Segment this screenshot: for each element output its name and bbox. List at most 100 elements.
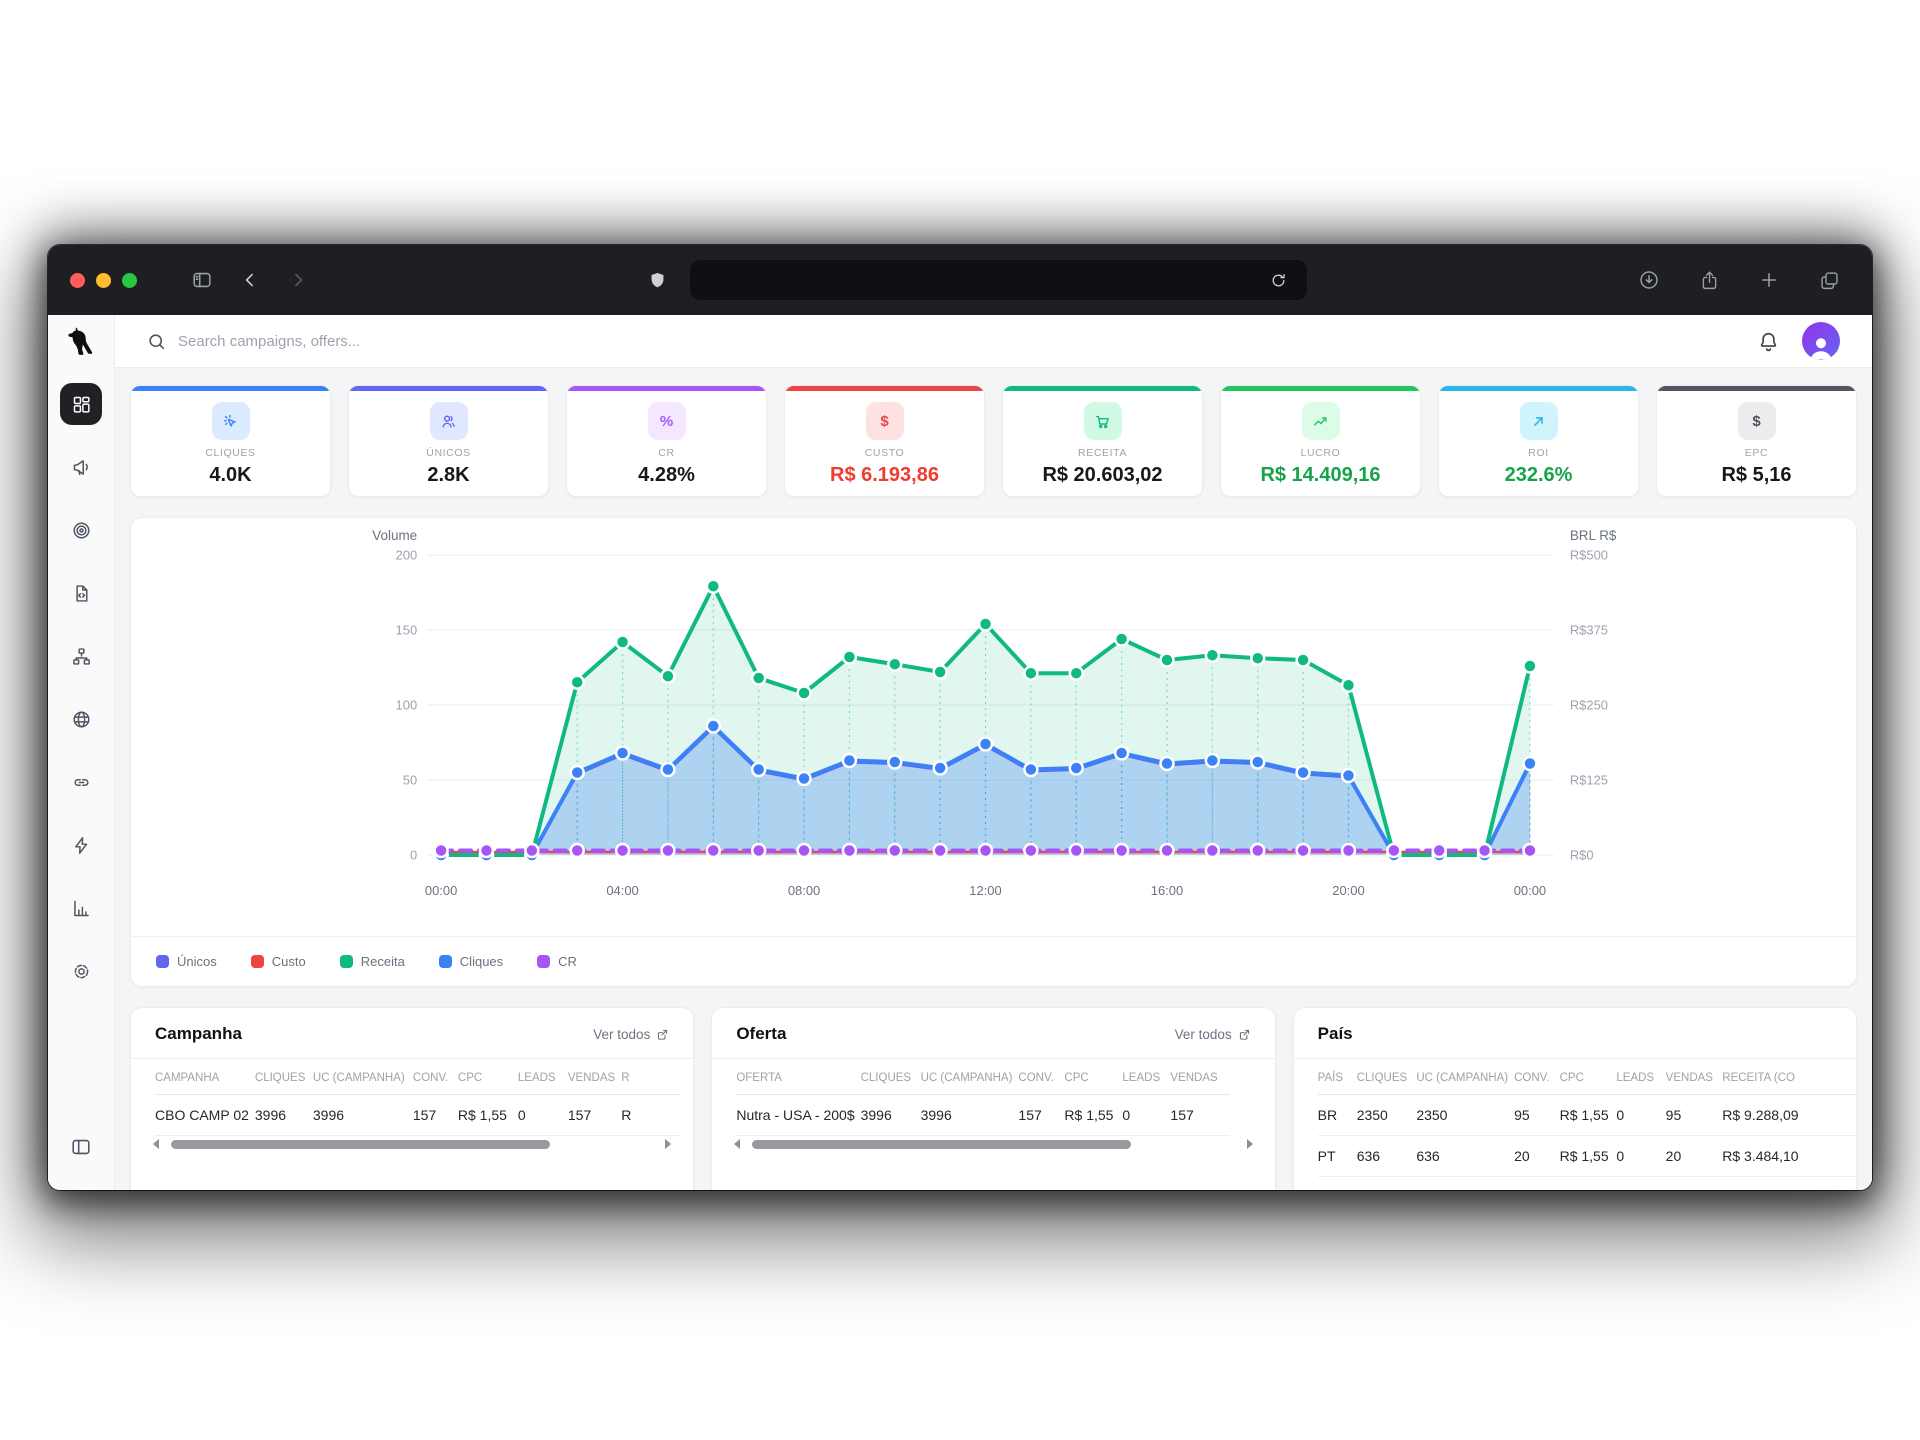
scroll-left-arrow[interactable] <box>153 1139 159 1149</box>
horizontal-scrollbar[interactable] <box>131 1136 693 1149</box>
address-bar[interactable] <box>690 260 1307 300</box>
col-header[interactable]: LEADS <box>1122 1059 1170 1095</box>
cell: 157 <box>1018 1095 1064 1136</box>
minimize-window-button[interactable] <box>96 273 111 288</box>
table-row[interactable]: BR2350235095R$ 1,55095R$ 9.288,09 <box>1318 1095 1856 1136</box>
browser-titlebar <box>48 245 1872 315</box>
horizontal-scrollbar[interactable] <box>712 1136 1274 1149</box>
cell: R$ 1,55 <box>458 1095 518 1136</box>
oferta-ver-todos-link[interactable]: Ver todos <box>1175 1027 1251 1042</box>
privacy-shield-icon[interactable] <box>640 263 674 297</box>
kpi-card-unicos[interactable]: ÚNICOS 2.8K <box>348 385 549 497</box>
table-row[interactable]: Nutra - USA - 200$39963996157R$ 1,550157 <box>736 1095 1230 1136</box>
oferta-title: Oferta <box>736 1024 786 1044</box>
col-header[interactable]: VENDAS <box>568 1059 621 1095</box>
campanha-table: CAMPANHACLIQUESUC (CAMPANHA)CONV.CPCLEAD… <box>155 1059 681 1136</box>
bar-chart-icon <box>71 898 92 919</box>
legend-item-cr[interactable]: CR <box>537 954 577 969</box>
cart-icon <box>1084 402 1122 440</box>
avatar[interactable] <box>1802 322 1840 360</box>
dog-logo-icon[interactable] <box>65 327 97 359</box>
sidebar-item-file-code[interactable] <box>60 572 102 614</box>
tab-overview-icon[interactable] <box>1812 263 1846 297</box>
new-tab-icon[interactable] <box>1752 263 1786 297</box>
scroll-left-arrow[interactable] <box>734 1139 740 1149</box>
kpi-card-lucro[interactable]: LUCRO R$ 14.409,16 <box>1220 385 1421 497</box>
col-header[interactable]: UC (CAMPANHA) <box>313 1059 413 1095</box>
time-series-chart[interactable]: 0R$050R$125100R$250150R$375200R$500Volum… <box>131 518 1856 936</box>
forward-icon[interactable] <box>281 263 315 297</box>
kpi-card-roi[interactable]: ROI 232.6% <box>1438 385 1639 497</box>
col-header[interactable]: LEADS <box>518 1059 568 1095</box>
dashboard-content: CLIQUES 4.0K ÚNICOS 2.8K <box>115 368 1872 1190</box>
collapse-sidebar-button[interactable] <box>60 1126 102 1168</box>
col-header[interactable]: UC (CAMPANHA) <box>1416 1059 1514 1095</box>
zoom-window-button[interactable] <box>122 273 137 288</box>
kpi-value: 4.0K <box>131 464 330 487</box>
legend-item-cliques[interactable]: Cliques <box>439 954 503 969</box>
share-icon[interactable] <box>1692 263 1726 297</box>
file-code-icon <box>71 583 92 604</box>
search-input[interactable] <box>178 333 598 350</box>
svg-text:0: 0 <box>410 847 417 862</box>
cell: 3996 <box>255 1095 313 1136</box>
col-header[interactable]: CLIQUES <box>255 1059 313 1095</box>
back-icon[interactable] <box>233 263 267 297</box>
downloads-icon[interactable] <box>1632 263 1666 297</box>
col-header[interactable]: CLIQUES <box>861 1059 921 1095</box>
reload-icon[interactable] <box>1261 263 1295 297</box>
sidebar-item-link[interactable] <box>60 761 102 803</box>
sidebar-item-sitemap[interactable] <box>60 635 102 677</box>
col-header[interactable]: CONV. <box>1018 1059 1064 1095</box>
sidebar-item-bar-chart[interactable] <box>60 887 102 929</box>
kpi-card-cr[interactable]: % CR 4.28% <box>566 385 767 497</box>
kpi-card-receita[interactable]: RECEITA R$ 20.603,02 <box>1002 385 1203 497</box>
col-header[interactable]: OFERTA <box>736 1059 860 1095</box>
cell: BR <box>1318 1095 1357 1136</box>
megaphone-icon <box>71 457 92 478</box>
svg-text:16:00: 16:00 <box>1151 883 1183 898</box>
search-box[interactable] <box>147 332 1757 351</box>
kpi-card-cliques[interactable]: CLIQUES 4.0K <box>130 385 331 497</box>
browser-sidebar-toggle-icon[interactable] <box>185 263 219 297</box>
scroll-right-arrow[interactable] <box>1247 1139 1253 1149</box>
table-row[interactable]: PT63663620R$ 1,55020R$ 3.484,10 <box>1318 1136 1856 1177</box>
campanha-ver-todos-link[interactable]: Ver todos <box>593 1027 669 1042</box>
sidebar-item-megaphone[interactable] <box>60 446 102 488</box>
col-header[interactable]: VENDAS <box>1170 1059 1230 1095</box>
col-header[interactable]: CONV. <box>1514 1059 1559 1095</box>
legend-item-unicos[interactable]: Únicos <box>156 954 217 969</box>
sidebar-item-target[interactable] <box>60 509 102 551</box>
col-header[interactable]: RECEITA (CO <box>1722 1059 1856 1095</box>
close-window-button[interactable] <box>70 273 85 288</box>
sidebar-item-settings[interactable] <box>60 950 102 992</box>
col-header[interactable]: CPC <box>1064 1059 1122 1095</box>
kpi-row: CLIQUES 4.0K ÚNICOS 2.8K <box>130 385 1857 497</box>
campanha-card: Campanha Ver todos CAMPA <box>130 1007 694 1190</box>
sidebar-item-globe[interactable] <box>60 698 102 740</box>
col-header[interactable]: VENDAS <box>1666 1059 1723 1095</box>
col-header[interactable]: UC (CAMPANHA) <box>921 1059 1019 1095</box>
bell-icon[interactable] <box>1757 330 1780 353</box>
kpi-label: CUSTO <box>785 447 984 459</box>
col-header[interactable]: CONV. <box>413 1059 458 1095</box>
col-header[interactable]: LEADS <box>1616 1059 1665 1095</box>
kpi-card-epc[interactable]: $ EPC R$ 5,16 <box>1656 385 1857 497</box>
col-header[interactable]: CPC <box>1560 1059 1617 1095</box>
col-header[interactable]: CPC <box>458 1059 518 1095</box>
col-header[interactable]: R <box>621 1059 681 1095</box>
scroll-right-arrow[interactable] <box>665 1139 671 1149</box>
sidebar-item-dashboard[interactable] <box>60 383 102 425</box>
table-row[interactable]: CBO CAMP 0239963996157R$ 1,550157R <box>155 1095 681 1136</box>
scrollbar-thumb[interactable] <box>171 1140 550 1149</box>
cell: CBO CAMP 02 <box>155 1095 255 1136</box>
cell: 3996 <box>861 1095 921 1136</box>
col-header[interactable]: CAMPANHA <box>155 1059 255 1095</box>
legend-item-custo[interactable]: Custo <box>251 954 306 969</box>
col-header[interactable]: PAÍS <box>1318 1059 1357 1095</box>
scrollbar-thumb[interactable] <box>752 1140 1131 1149</box>
col-header[interactable]: CLIQUES <box>1357 1059 1417 1095</box>
kpi-card-custo[interactable]: $ CUSTO R$ 6.193,86 <box>784 385 985 497</box>
legend-item-receita[interactable]: Receita <box>340 954 405 969</box>
sidebar-item-lightning[interactable] <box>60 824 102 866</box>
